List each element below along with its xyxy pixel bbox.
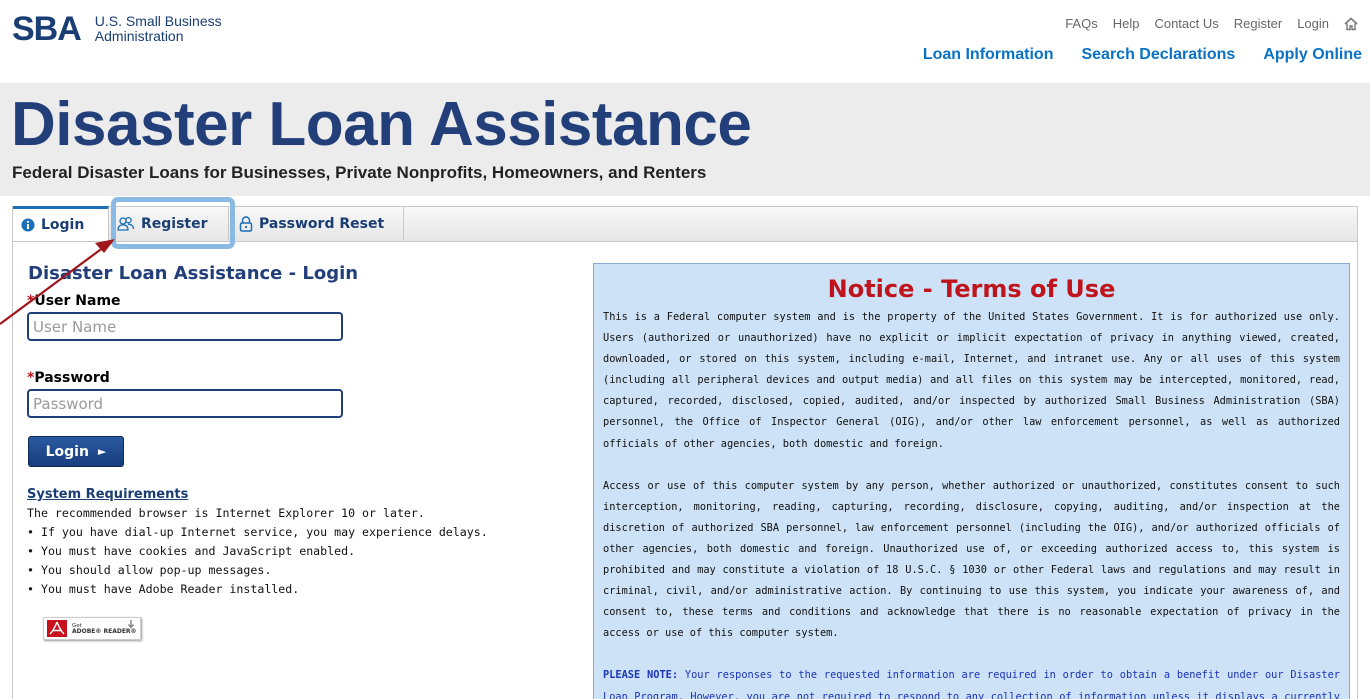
logo-mark: SBA [12,10,82,48]
apply-online-link[interactable]: Apply Online [1263,46,1362,64]
get-adobe-reader-badge[interactable]: Get ADOBE® READER® [43,617,141,640]
sba-logo[interactable]: SBA U.S. Small Business Administration [12,12,222,46]
lock-icon [239,215,253,232]
page-subtitle: Federal Disaster Loans for Businesses, P… [12,163,707,182]
login-button[interactable]: Login ► [28,436,124,467]
requirement-item: • You must have Adobe Reader installed. [27,582,300,596]
page-banner: Disaster Loan Assistance Federal Disaste… [0,83,1370,196]
tab-password-reset-label: Password Reset [259,215,385,232]
username-label-text: User Name [34,293,121,309]
utility-nav: FAQs Help Contact Us Register Login [1065,16,1358,31]
system-requirements-link[interactable]: System Requirements [27,487,188,502]
requirement-item: • You must have cookies and JavaScript e… [27,544,356,558]
loan-information-link[interactable]: Loan Information [923,46,1054,64]
requirement-item: • If you have dial-up Internet service, … [27,525,488,539]
terms-of-use-notice: Notice - Terms of Use This is a Federal … [593,263,1350,699]
home-icon[interactable] [1344,16,1358,31]
faqs-link[interactable]: FAQs [1065,16,1098,31]
search-declarations-link[interactable]: Search Declarations [1081,46,1235,64]
password-label-text: Password [34,370,110,386]
logo-line-2: Administration [94,28,184,44]
logo-text: U.S. Small Business Administration [95,14,222,44]
adobe-icon [47,620,67,637]
notice-please-note: PLEASE NOTE: Your responses to the reque… [603,665,1340,699]
logo-line-1: U.S. Small Business [94,13,222,29]
please-note-text: Your responses to the requested informat… [603,669,1340,699]
download-arrow-icon [127,620,135,629]
requirements-list: The recommended browser is Internet Expl… [27,504,488,599]
tab-login-label: Login [41,217,85,233]
help-link[interactable]: Help [1113,16,1140,31]
please-note-label: PLEASE NOTE: [603,669,679,682]
password-label: *Password [27,370,110,386]
page-title: Disaster Loan Assistance [11,90,752,159]
login-link[interactable]: Login [1297,16,1329,31]
main-nav: Loan Information Search Declarations App… [923,46,1362,64]
login-form-title: Disaster Loan Assistance - Login [28,263,359,284]
register-link[interactable]: Register [1234,16,1282,31]
requirement-item: The recommended browser is Internet Expl… [27,506,425,520]
notice-title: Notice - Terms of Use [827,275,1116,303]
username-label: *User Name [27,293,121,309]
play-arrow-icon: ► [97,445,107,458]
register-tab-highlight [111,197,235,249]
password-input[interactable] [27,389,343,418]
contact-us-link[interactable]: Contact Us [1154,16,1218,31]
tab-password-reset[interactable]: Password Reset [229,207,404,240]
notice-paragraph-1: This is a Federal computer system and is… [603,311,1340,450]
notice-paragraph-2: Access or use of this computer system by… [603,479,1340,640]
requirement-item: • You should allow pop-up messages. [27,563,272,577]
info-icon [21,218,35,232]
username-input[interactable] [27,312,343,341]
login-button-label: Login [45,443,89,460]
tab-login[interactable]: Login [13,206,109,241]
